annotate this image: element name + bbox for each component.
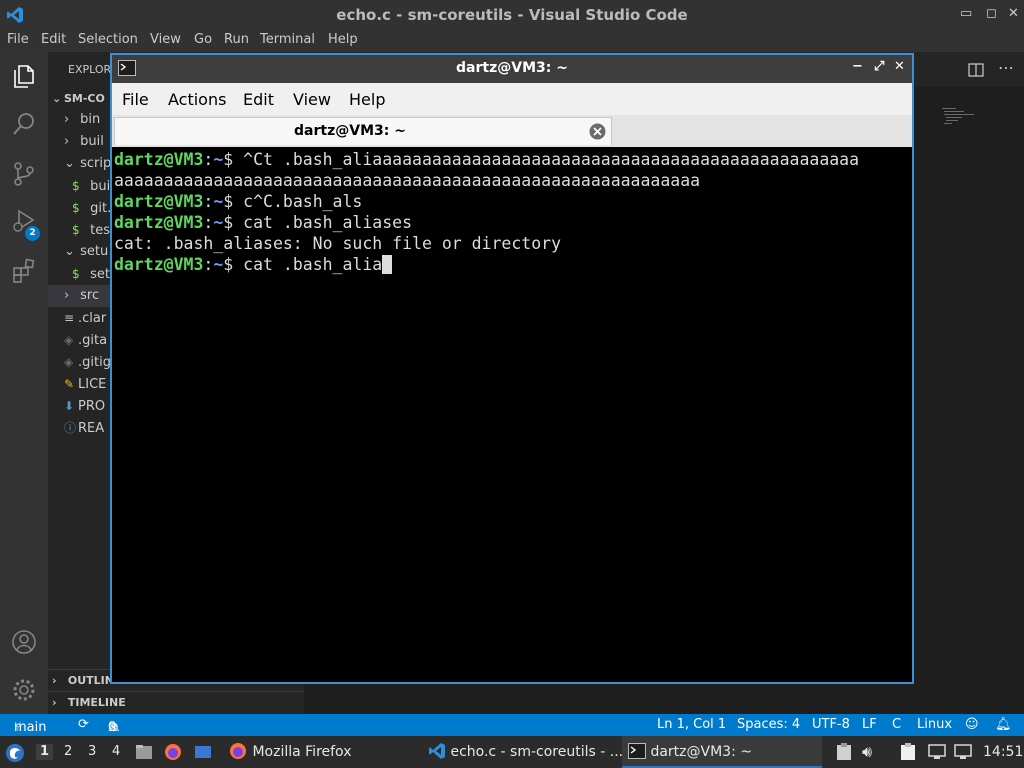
menu-selection[interactable]: Selection — [78, 32, 138, 47]
git-file-icon: ◈ — [64, 355, 74, 369]
volume-icon[interactable]: 🔊︎ — [862, 736, 872, 768]
cursor-position[interactable]: Ln 1, Col 1 — [657, 717, 726, 732]
indentation[interactable]: Spaces: 4 — [737, 717, 800, 732]
download-arrow-icon: ⬇ — [64, 399, 75, 413]
terminal-window: dartz@VM3: ~ − ⤢ ✕ File Actions Edit Vie… — [110, 53, 914, 684]
close-icon[interactable]: ✕ — [1008, 6, 1019, 21]
firefox-icon — [230, 743, 246, 759]
terminal-line: dartz@VM3:~$ cat .bash_alia — [114, 254, 910, 275]
minimize-icon[interactable]: ▭ — [960, 6, 972, 21]
task-vscode[interactable]: echo.c - sm-coreutils - ... — [422, 736, 629, 768]
info-icon: ⓘ — [64, 421, 77, 435]
terminal-menu-view[interactable]: View — [293, 90, 331, 109]
maximize-icon[interactable]: ◻ — [986, 6, 997, 21]
shell-file-icon: $ — [72, 179, 80, 193]
terminal-menu-file[interactable]: File — [122, 90, 149, 109]
file-manager-icon[interactable] — [134, 742, 154, 762]
terminal-menu-actions[interactable]: Actions — [168, 90, 226, 109]
task-firefox[interactable]: Mozilla Firefox — [222, 736, 357, 768]
minimize-icon[interactable]: − — [852, 59, 863, 74]
terminal-line: dartz@VM3:~$ c^C.bash_als — [114, 192, 363, 211]
terminal-menubar: File Actions Edit View Help — [112, 83, 912, 115]
terminal-line: dartz@VM3:~$ ^Ct .bash_aliaaaaaaaaaaaaaa… — [114, 150, 860, 169]
extensions-icon[interactable] — [10, 256, 38, 284]
vscode-menubar: File Edit Selection View Go Run Terminal… — [0, 30, 1024, 52]
task-terminal[interactable]: dartz@VM3: ~ — [622, 736, 822, 768]
terminal-tab[interactable]: dartz@VM3: ~ — [114, 117, 612, 145]
chevron-right-icon: › — [64, 134, 70, 149]
terminal-menu-help[interactable]: Help — [349, 90, 385, 109]
menu-go[interactable]: Go — [194, 32, 212, 47]
workspace-2[interactable]: 2 — [64, 744, 72, 760]
workspace-4[interactable]: 4 — [112, 744, 120, 760]
clipboard-icon[interactable] — [836, 743, 852, 761]
accounts-icon[interactable] — [10, 628, 38, 656]
terminal-tab-label: dartz@VM3: ~ — [294, 123, 406, 139]
terminal-cursor — [382, 255, 393, 274]
terminal-line: aaaaaaaaaaaaaaaaaaaaaaaaaaaaaaaaaaaaaaaa… — [114, 171, 701, 190]
feedback-icon[interactable]: ☺ — [965, 717, 979, 732]
notifications-bell-icon[interactable]: 🔔︎ — [995, 717, 1012, 732]
start-menu-icon[interactable] — [4, 742, 26, 764]
menu-view[interactable]: View — [150, 32, 181, 47]
git-file-icon: ◈ — [64, 333, 74, 347]
explorer-icon[interactable] — [10, 62, 38, 90]
terminal-titlebar[interactable]: dartz@VM3: ~ − ⤢ ✕ — [112, 55, 912, 83]
maximize-icon[interactable]: ⤢ — [874, 59, 884, 74]
menu-run[interactable]: Run — [224, 32, 249, 47]
terminal-output[interactable]: dartz@VM3:~$ ^Ct .bash_aliaaaaaaaaaaaaaa… — [112, 147, 912, 682]
workspace-1[interactable]: 1 — [36, 744, 54, 760]
clock[interactable]: 14:51 — [983, 736, 1023, 768]
shell-file-icon: $ — [72, 223, 80, 237]
firefox-launcher-icon[interactable] — [163, 742, 183, 762]
terminal-window-title: dartz@VM3: ~ — [456, 60, 568, 76]
show-desktop-icon[interactable] — [193, 742, 213, 762]
lines-file-icon: ≡ — [64, 311, 75, 325]
end-of-line[interactable]: LF — [862, 717, 877, 732]
chevron-down-icon: ⌄ — [64, 156, 75, 171]
terminal-icon — [628, 743, 646, 759]
search-icon[interactable] — [10, 110, 38, 138]
chevron-down-icon: ⌄ — [52, 92, 62, 105]
chevron-right-icon: › — [64, 288, 70, 303]
menu-terminal[interactable]: Terminal — [260, 32, 315, 47]
activity-bar: 2 — [0, 52, 48, 714]
language-mode[interactable]: C — [892, 717, 901, 732]
shell-file-icon: $ — [72, 267, 80, 281]
shell-file-icon: $ — [72, 201, 80, 215]
split-editor-icon[interactable] — [968, 62, 984, 78]
vscode-icon — [429, 743, 445, 759]
chevron-right-icon: › — [52, 696, 57, 709]
encoding[interactable]: UTF-8 — [812, 717, 850, 732]
minimap[interactable] — [940, 104, 980, 134]
chevron-right-icon: › — [64, 112, 70, 127]
sync-icon[interactable]: ⟳ — [78, 717, 89, 732]
source-control-icon[interactable] — [10, 160, 38, 188]
workspace-3[interactable]: 3 — [88, 744, 96, 760]
timeline-section[interactable]: › TIMELINE — [48, 691, 304, 713]
license-ribbon-icon: ✎ — [64, 377, 75, 391]
tab-close-icon[interactable] — [589, 123, 606, 140]
menu-file[interactable]: File — [7, 32, 29, 47]
os-indicator[interactable]: Linux — [917, 717, 952, 732]
menu-edit[interactable]: Edit — [41, 32, 66, 47]
more-actions-icon[interactable]: ⋯ — [998, 58, 1014, 77]
close-icon[interactable]: ✕ — [894, 59, 905, 74]
window-title: echo.c - sm-coreutils - Visual Studio Co… — [336, 6, 688, 24]
terminal-line: cat: .bash_aliases: No such file or dire… — [114, 234, 562, 253]
menu-help[interactable]: Help — [328, 32, 358, 47]
display-icon[interactable] — [954, 744, 972, 760]
network-icon[interactable] — [928, 744, 946, 760]
vscode-titlebar: echo.c - sm-coreutils - Visual Studio Co… — [0, 0, 1024, 30]
chevron-right-icon: › — [52, 674, 57, 687]
chevron-down-icon: ⌄ — [64, 244, 75, 259]
notes-icon[interactable] — [900, 743, 916, 761]
terminal-line: dartz@VM3:~$ cat .bash_aliases — [114, 213, 413, 232]
taskbar: 1 2 3 4 Mozilla Firefox echo.c - sm-core… — [0, 736, 1024, 768]
settings-gear-icon[interactable] — [10, 676, 38, 704]
terminal-tabbar: dartz@VM3: ~ — [112, 115, 912, 147]
terminal-menu-edit[interactable]: Edit — [243, 90, 274, 109]
status-bar: ⑂ main ⟳ ⊗ 0 ⚠ 0 Ln 1, Col 1 Spaces: 4 U… — [0, 714, 1024, 736]
run-debug-icon[interactable] — [10, 206, 38, 234]
